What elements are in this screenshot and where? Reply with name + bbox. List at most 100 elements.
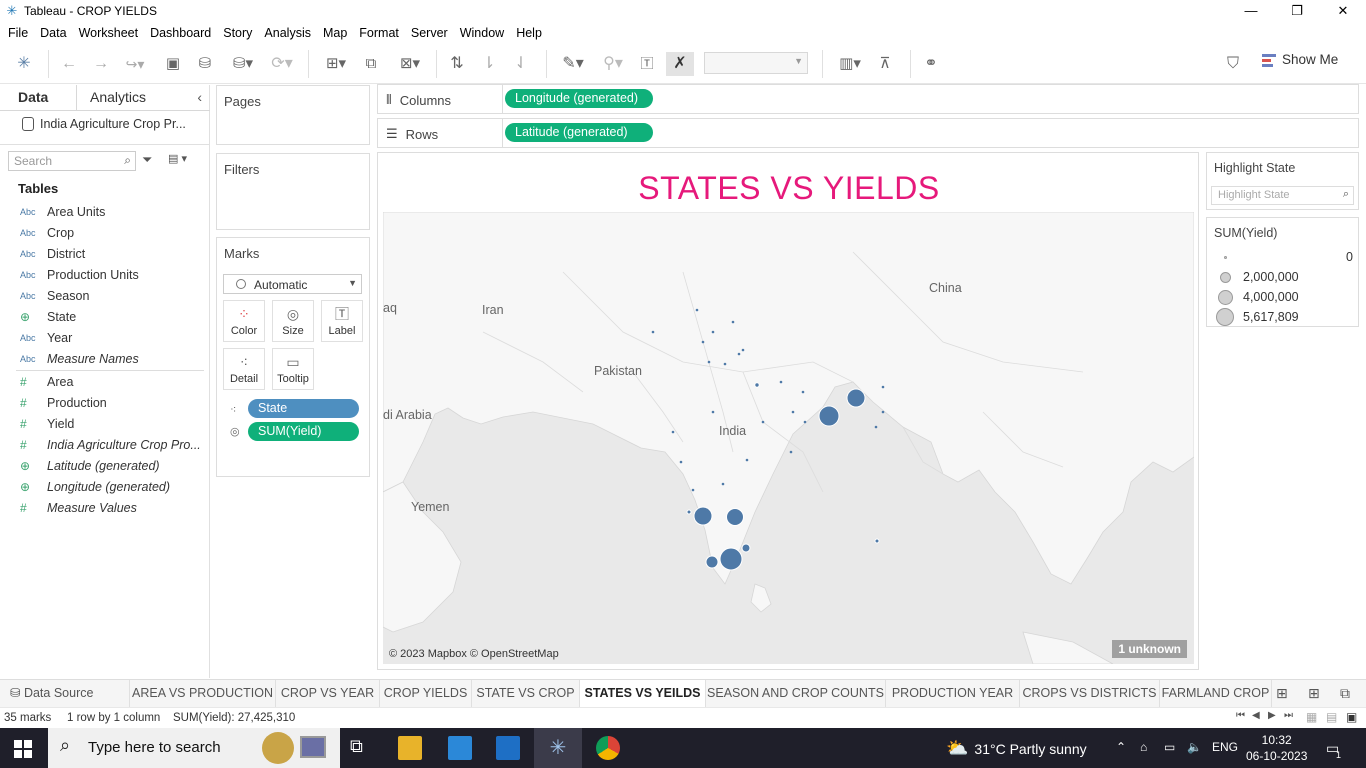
tab-production-year[interactable]: PRODUCTION YEAR	[886, 680, 1020, 707]
fit-icon[interactable]: ▥▾	[832, 52, 868, 76]
tab-crop-vs-year[interactable]: CROP VS YEAR	[276, 680, 380, 707]
menu-help[interactable]: Help	[511, 26, 547, 40]
battery-icon[interactable]: ▭	[1164, 740, 1175, 754]
field-latitude-generated[interactable]: ⊕ Latitude (generated)	[20, 456, 160, 476]
field-area-units[interactable]: Abc Area Units	[20, 202, 105, 222]
fit-width-dropdown[interactable]: ▼	[704, 52, 808, 74]
menu-file[interactable]: File	[3, 26, 33, 40]
weather-widget[interactable]: ⛅ 31°C Partly sunny	[946, 738, 1087, 759]
presentation-mode-icon[interactable]: ⊼	[874, 52, 896, 76]
mark-type-dropdown[interactable]: Automatic ▼	[223, 274, 362, 294]
tabs-view-icon[interactable]: ▣	[1346, 710, 1357, 724]
view-options-icon[interactable]: ▤ ▾	[168, 152, 187, 165]
filmstrip-icon[interactable]: ▤	[1326, 710, 1337, 724]
refresh-icon[interactable]: ⟳▾	[264, 52, 300, 76]
menu-server[interactable]: Server	[406, 26, 453, 40]
pause-updates-icon[interactable]: ⛁▾	[226, 52, 260, 76]
tab-data[interactable]: Data	[0, 89, 77, 114]
field-longitude-generated[interactable]: ⊕ Longitude (generated)	[20, 477, 170, 497]
new-worksheet-icon[interactable]: ⊞	[1276, 685, 1288, 702]
sheet-sorter-icon[interactable]: ▦	[1306, 710, 1317, 724]
longitude-pill[interactable]: Longitude (generated)	[505, 89, 653, 108]
microsoft-store-icon[interactable]	[448, 736, 472, 760]
tab-crop-yields[interactable]: CROP YIELDS	[380, 680, 472, 707]
tab-analytics[interactable]: Analytics	[90, 89, 146, 105]
fix-axes-icon[interactable]: ✗	[666, 52, 694, 76]
map-attribution[interactable]: © 2023 Mapbox © OpenStreetMap	[389, 648, 559, 660]
show-labels-icon[interactable]: 🅃	[636, 52, 658, 76]
mail-icon[interactable]	[496, 736, 520, 760]
clear-sheet-icon[interactable]: ⊠▾	[392, 52, 428, 76]
menu-story[interactable]: Story	[218, 26, 257, 40]
task-view-icon[interactable]: ⧉	[350, 736, 374, 760]
detail-button[interactable]: ⁖ Detail	[223, 348, 265, 390]
tableau-home-icon[interactable]: ✳	[14, 52, 34, 76]
new-dashboard-icon[interactable]: ⊞	[1308, 685, 1320, 702]
last-sheet-icon[interactable]: ⏭	[1284, 710, 1293, 721]
highlight-state-input[interactable]: Highlight State ⌕	[1211, 186, 1354, 205]
field-crop[interactable]: Abc Crop	[20, 223, 74, 243]
redo-icon[interactable]: →	[90, 52, 112, 76]
latitude-pill[interactable]: Latitude (generated)	[505, 123, 653, 142]
sort-descending-icon[interactable]: ⇃	[510, 52, 532, 76]
field-search-input[interactable]: Search ⌕	[8, 151, 136, 171]
new-story-icon[interactable]: ⧉	[1340, 685, 1350, 702]
first-sheet-icon[interactable]: ⏮	[1236, 710, 1245, 721]
restore-button[interactable]: ❐	[1274, 0, 1320, 22]
new-datasource-icon[interactable]: ⛁	[194, 52, 216, 76]
menu-analysis[interactable]: Analysis	[259, 26, 316, 40]
field-yield[interactable]: # Yield	[20, 414, 74, 434]
file-explorer-icon[interactable]	[398, 736, 422, 760]
group-members-icon[interactable]: ⚲▾	[596, 52, 630, 76]
tab-season-and-crop-counts[interactable]: SEASON AND CROP COUNTS	[706, 680, 886, 707]
tab-data-source[interactable]: ⛁ Data Source	[0, 680, 130, 707]
menu-format[interactable]: Format	[354, 26, 404, 40]
collapse-pane-icon[interactable]: ‹	[197, 89, 202, 105]
swap-icon[interactable]: ⇅	[446, 52, 468, 76]
language-indicator[interactable]: ENG	[1212, 740, 1238, 754]
tab-states-vs-yeilds[interactable]: STATES VS YEILDS	[580, 680, 706, 707]
menu-window[interactable]: Window	[455, 26, 509, 40]
map-view[interactable]: aq Iran China Pakistan di Arabia India Y…	[383, 212, 1194, 664]
format-painter-icon[interactable]: ⛉	[1222, 52, 1244, 76]
field-state[interactable]: ⊕ State	[20, 307, 76, 327]
field-district[interactable]: Abc District	[20, 244, 85, 264]
tab-crops-vs-districts[interactable]: CROPS VS DISTRICTS	[1020, 680, 1160, 707]
next-sheet-icon[interactable]: ▶	[1268, 710, 1276, 721]
highlight-icon[interactable]: ✎▾	[556, 52, 590, 76]
field-season[interactable]: Abc Season	[20, 286, 89, 306]
pages-card[interactable]: Pages	[216, 85, 370, 145]
field-production-units[interactable]: Abc Production Units	[20, 265, 139, 285]
prev-sheet-icon[interactable]: ◀	[1252, 710, 1260, 721]
sort-ascending-icon[interactable]: ⇂	[478, 52, 500, 76]
taskbar-clock[interactable]: 10:32 06-10-2023	[1246, 732, 1307, 764]
volume-icon[interactable]: 🔈	[1187, 740, 1202, 754]
menu-dashboard[interactable]: Dashboard	[145, 26, 216, 40]
filters-card[interactable]: Filters	[216, 153, 370, 230]
tab-farmland-crop[interactable]: FARMLAND CROP	[1160, 680, 1272, 707]
tableau-taskbar-icon[interactable]: ✳	[546, 736, 570, 760]
field-measure-names[interactable]: Abc Measure Names	[20, 349, 139, 369]
field-record-count[interactable]: # India Agriculture Crop Pro...	[20, 435, 201, 455]
undo-icon[interactable]: ←	[58, 52, 80, 76]
taskbar-search-input[interactable]: ⌕ Type here to search	[48, 728, 340, 768]
menu-map[interactable]: Map	[318, 26, 352, 40]
windows-start-icon[interactable]	[14, 740, 32, 758]
menu-data[interactable]: Data	[35, 26, 71, 40]
show-me-button[interactable]: Show Me	[1262, 52, 1338, 67]
size-button[interactable]: ◎ Size	[272, 300, 314, 342]
duplicate-icon[interactable]: ⧉	[360, 52, 382, 76]
close-button[interactable]: ✕	[1320, 0, 1366, 22]
new-worksheet-icon[interactable]: ⊞▾	[318, 52, 354, 76]
field-year[interactable]: Abc Year	[20, 328, 72, 348]
field-area[interactable]: # Area	[20, 372, 73, 392]
field-production[interactable]: # Production	[20, 393, 107, 413]
state-detail-pill[interactable]: State	[248, 399, 359, 418]
network-icon[interactable]: ⌂	[1140, 740, 1147, 754]
share-icon[interactable]: ⚭	[920, 52, 942, 76]
show-hidden-icons-icon[interactable]: ⌃	[1116, 740, 1126, 754]
chrome-icon[interactable]	[596, 736, 620, 760]
color-button[interactable]: ⁘ Color	[223, 300, 265, 342]
sum-yield-size-pill[interactable]: SUM(Yield)	[248, 422, 359, 441]
datasource-item[interactable]: India Agriculture Crop Pr...	[22, 117, 186, 131]
